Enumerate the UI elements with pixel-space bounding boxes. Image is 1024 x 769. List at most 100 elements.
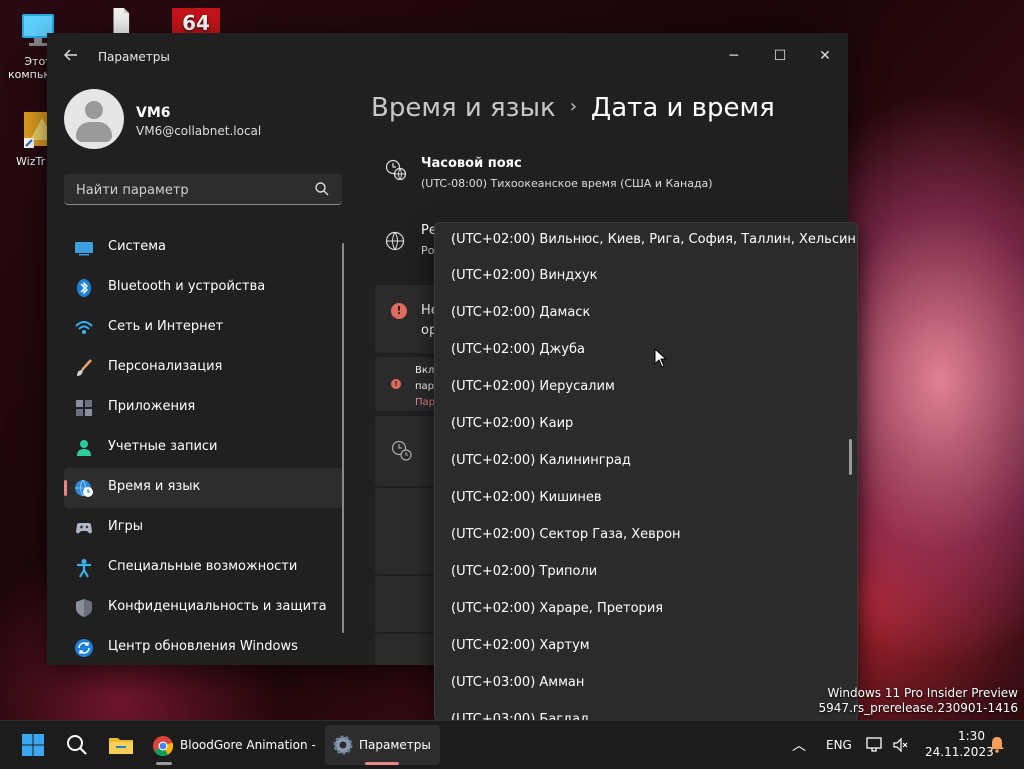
watermark-line1: Windows 11 Pro Insider Preview (827, 686, 1018, 700)
sidebar-item-label: Приложения (108, 399, 196, 414)
timezone-title: Часовой пояс (421, 156, 522, 171)
minimize-button[interactable]: ─ (711, 41, 757, 71)
chrome-icon (153, 736, 174, 757)
bluetooth-icon (77, 279, 91, 297)
breadcrumb: Время и язык › Дата и время (371, 93, 775, 123)
search-box[interactable] (64, 174, 342, 205)
dropdown-option[interactable]: (UTC+02:00) Сектор Газа, Хеврон (451, 527, 681, 542)
volume-muted-icon[interactable] (892, 736, 910, 754)
running-indicator (365, 762, 399, 765)
sidebar-item-label: Учетные записи (108, 439, 218, 454)
language-indicator[interactable]: ENG (826, 738, 852, 752)
dropdown-option[interactable]: (UTC+03:00) Амман (451, 675, 584, 690)
sidebar-item-network[interactable]: Сеть и Интернет (64, 308, 342, 348)
dropdown-option[interactable]: (UTC+02:00) Калининград (451, 453, 631, 468)
warning-icon: ! (391, 303, 407, 319)
globe-clock-icon (75, 479, 93, 497)
shield-icon (76, 599, 92, 617)
sidebar-item-gaming[interactable]: Игры (64, 508, 342, 548)
sidebar-item-label: Центр обновления Windows (108, 639, 298, 654)
taskbar-app-label: Параметры (359, 738, 431, 752)
back-arrow-icon[interactable] (63, 47, 83, 67)
maximize-button[interactable]: ☐ (757, 41, 803, 71)
sidebar-item-accounts[interactable]: Учетные записи (64, 428, 342, 468)
aida64-icon: 64 (172, 8, 220, 34)
sidebar-scrollbar[interactable] (342, 243, 344, 633)
dropdown-option[interactable]: (UTC+02:00) Каир (451, 416, 573, 431)
region-subtitle: Ро (421, 244, 435, 257)
dropdown-option[interactable]: (UTC+02:00) Вильнюс, Киев, Рига, София, … (451, 232, 857, 247)
dropdown-option[interactable]: (UTC+02:00) Джуба (451, 342, 585, 357)
page-title: Дата и время (590, 93, 775, 123)
sidebar-item-windows-update[interactable]: Центр обновления Windows (64, 628, 342, 665)
sidebar-item-time-language[interactable]: Время и язык (64, 468, 342, 508)
search-input[interactable] (74, 179, 308, 201)
notification-bell-icon[interactable] (988, 735, 1006, 753)
avatar (64, 89, 124, 149)
update-icon (75, 639, 93, 657)
brush-icon (77, 359, 92, 376)
dropdown-option[interactable]: (UTC+02:00) Хараре, Претория (451, 601, 663, 616)
timezone-dropdown[interactable]: (UTC+02:00) Вильнюс, Киев, Рига, София, … (434, 222, 858, 722)
watermark-line2: 5947.rs_prerelease.230901-1416 (818, 701, 1018, 715)
accessibility-icon (77, 559, 91, 578)
gamepad-icon (76, 523, 92, 534)
dropdown-scrollbar[interactable] (849, 439, 852, 475)
sidebar-nav: Система Bluetooth и устройства Сеть и Ин… (64, 228, 342, 665)
timezone-icon (385, 159, 407, 181)
info-link[interactable]: Пар (415, 397, 435, 408)
sidebar-item-bluetooth[interactable]: Bluetooth и устройства (64, 268, 342, 308)
sidebar-item-label: Система (108, 239, 167, 254)
active-indicator (64, 480, 67, 496)
search-icon[interactable] (63, 731, 91, 759)
file-explorer-icon[interactable] (107, 731, 135, 759)
timezone-row[interactable]: Часовой пояс (UTC-08:00) Тихоокеанское в… (375, 143, 845, 203)
sidebar-item-label: Персонализация (108, 359, 223, 374)
wifi-icon (75, 321, 93, 334)
sidebar-item-label: Время и язык (108, 479, 201, 494)
clock-date[interactable]: 24.11.2023 (925, 745, 994, 759)
network-icon[interactable] (866, 736, 884, 754)
mouse-cursor-icon (654, 348, 668, 368)
sidebar-item-privacy[interactable]: Конфиденциальность и защита (64, 588, 342, 628)
info-text-line1: Вкл (415, 365, 435, 376)
dropdown-option[interactable]: (UTC+02:00) Хартум (451, 638, 590, 653)
timezone-value: (UTC-08:00) Тихоокеанское время (США и К… (421, 177, 713, 190)
running-indicator (156, 762, 172, 765)
sidebar-item-label: Специальные возможности (108, 559, 298, 574)
dropdown-option[interactable]: (UTC+02:00) Дамаск (451, 305, 590, 320)
apps-icon (76, 400, 92, 416)
taskbar-app-settings[interactable]: Параметры (325, 725, 440, 765)
sidebar-item-label: Bluetooth и устройства (108, 279, 266, 294)
tray-overflow-chevron-icon[interactable]: ︿ (792, 735, 806, 755)
breadcrumb-separator: › (569, 96, 577, 117)
info-alert-icon: ! (391, 379, 401, 389)
taskbar-app-label: BloodGore Animation - (180, 738, 316, 752)
dropdown-option[interactable]: (UTC+02:00) Виндхук (451, 268, 598, 283)
profile-email: VM6@collabnet.local (136, 124, 262, 138)
clock-time[interactable]: 1:30 (958, 729, 985, 743)
clock-sync-icon (391, 440, 412, 461)
avatar-body (76, 122, 112, 142)
dropdown-option[interactable]: (UTC+02:00) Иерусалим (451, 379, 615, 394)
sidebar-item-personalization[interactable]: Персонализация (64, 348, 342, 388)
dropdown-option[interactable]: (UTC+02:00) Триполи (451, 564, 597, 579)
sidebar-item-label: Конфиденциальность и защита (108, 599, 327, 614)
taskbar-app-chrome[interactable]: BloodGore Animation - (146, 725, 318, 765)
sidebar-item-apps[interactable]: Приложения (64, 388, 342, 428)
sidebar-item-label: Сеть и Интернет (108, 319, 224, 334)
dropdown-option[interactable]: (UTC+02:00) Кишинев (451, 490, 602, 505)
settings-icon (333, 735, 353, 755)
window-title: Параметры (98, 50, 170, 64)
sidebar-item-accessibility[interactable]: Специальные возможности (64, 548, 342, 588)
windows-start-icon[interactable] (19, 731, 47, 759)
sidebar-item-system[interactable]: Система (64, 228, 342, 268)
close-button[interactable]: ✕ (802, 41, 848, 71)
breadcrumb-parent[interactable]: Время и язык (371, 93, 556, 123)
search-icon[interactable] (314, 181, 330, 197)
file-icon (113, 8, 130, 34)
sidebar-item-label: Игры (108, 519, 144, 534)
desktop-icon-aida64[interactable]: 64 (166, 8, 226, 36)
title-bar: Параметры ─ ☐ ✕ (47, 33, 848, 81)
taskbar: BloodGore Animation - Параметры ︿ ENG 1:… (0, 720, 1024, 769)
